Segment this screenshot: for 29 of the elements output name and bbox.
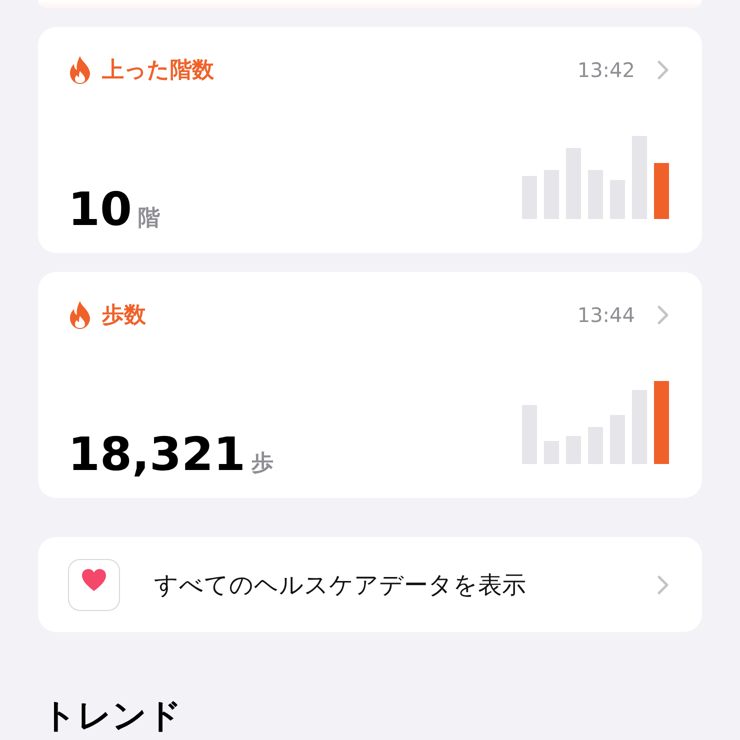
bar	[522, 405, 537, 464]
bar	[544, 441, 559, 464]
flame-icon	[68, 55, 92, 85]
bar	[588, 170, 603, 219]
metric-card[interactable]: 上った階数 13:42 10 階	[38, 27, 702, 253]
chevron-icon	[657, 305, 669, 325]
bar	[566, 148, 581, 219]
show-all-health-data-link[interactable]: すべてのヘルスケアデータを表示	[38, 537, 702, 632]
bar	[588, 427, 603, 464]
bar	[544, 170, 559, 219]
metric-value: 18,321	[68, 427, 246, 481]
bar	[610, 180, 625, 219]
metric-card[interactable]: 歩数 13:44 18,321 歩	[38, 272, 702, 498]
chevron-icon	[657, 574, 669, 594]
flame-icon	[68, 300, 92, 330]
metric-value: 10	[68, 182, 132, 236]
chevron-icon	[657, 60, 669, 80]
bar	[610, 415, 625, 464]
unit-label: 階	[138, 206, 160, 231]
bar	[522, 176, 537, 219]
health-app-icon	[68, 558, 120, 610]
unit-label: 歩	[252, 451, 274, 476]
time-label: 13:44	[577, 303, 635, 327]
time-label: 13:42	[577, 58, 635, 82]
highlighted-bar	[654, 163, 669, 219]
card-title: 上った階数	[102, 57, 215, 85]
bar	[566, 436, 581, 464]
section-heading: トレンド	[42, 696, 183, 736]
card-title: 歩数	[102, 302, 147, 330]
